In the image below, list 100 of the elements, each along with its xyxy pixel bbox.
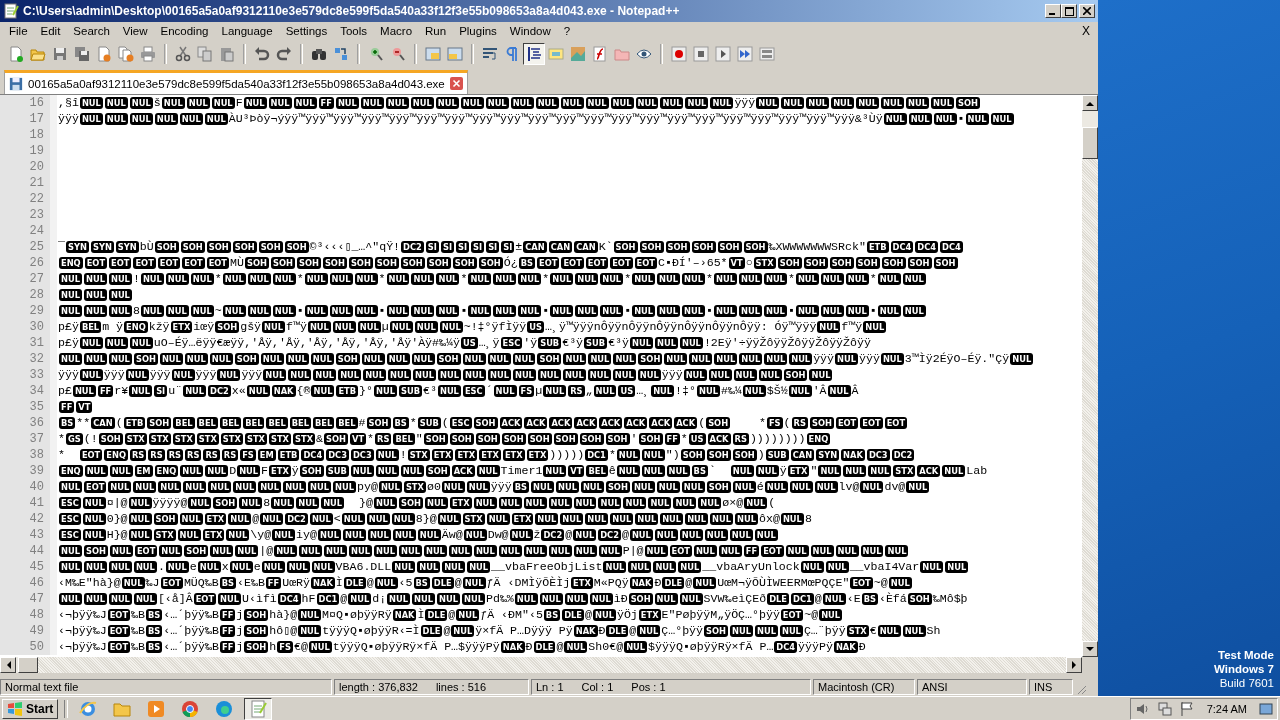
control-character: NUL: [177, 529, 201, 541]
control-character: NUL: [635, 513, 659, 525]
control-character: NUL: [274, 545, 298, 557]
menu-item[interactable]: Window: [502, 25, 557, 37]
menu-item[interactable]: Edit: [33, 25, 67, 37]
menu-item[interactable]: Plugins: [452, 25, 503, 37]
menu-item[interactable]: Tools: [333, 25, 374, 37]
control-character: NUL: [161, 97, 185, 109]
code-text: *: [757, 415, 766, 431]
control-character: NUL: [629, 529, 653, 541]
control-character: NUL: [79, 113, 103, 125]
code-text: !: [132, 271, 140, 287]
control-character: EOT: [537, 257, 560, 269]
code-text: (: [115, 415, 123, 431]
control-character: NUL: [906, 481, 930, 493]
right-arrow-icon[interactable]: [1071, 661, 1077, 669]
menu-item[interactable]: Encoding: [153, 25, 215, 37]
close-document-button[interactable]: X: [1076, 24, 1096, 38]
code-text: ôx@: [759, 511, 780, 527]
control-character: NUL: [374, 577, 398, 589]
control-character: SOH: [933, 257, 958, 269]
control-character: DC1: [791, 593, 814, 605]
toolbar-button[interactable]: [712, 43, 734, 65]
control-character: SOH: [153, 513, 178, 525]
code-text: ‰J: [145, 575, 160, 591]
control-character: NUL: [158, 481, 182, 493]
control-character: RS: [221, 449, 239, 461]
code-text: ‹¬þÿÿ‰J: [58, 639, 107, 655]
control-character: BS: [146, 625, 163, 637]
down-arrow-icon[interactable]: [1086, 646, 1094, 652]
toolbar-button[interactable]: [690, 43, 712, 65]
scroll-thumb[interactable]: [1082, 127, 1098, 159]
code-text: Ð: [858, 639, 866, 655]
minimize-button[interactable]: [1045, 4, 1061, 18]
control-character: NUL: [378, 481, 402, 493]
toolbar-button[interactable]: [523, 43, 545, 65]
control-character: SOH: [501, 433, 526, 445]
code-text: ~: [214, 303, 222, 319]
control-character: NUL: [696, 385, 720, 397]
code-text: py@: [357, 479, 378, 495]
clock[interactable]: 7:24 AM: [1206, 702, 1247, 715]
menu-item[interactable]: Run: [418, 25, 453, 37]
control-character: NUL: [109, 465, 133, 477]
control-character: NUL: [550, 305, 574, 317]
menu-item[interactable]: File: [2, 25, 34, 37]
control-character: NUL: [463, 369, 486, 381]
control-character: SOH: [803, 257, 828, 269]
control-character: DC4: [890, 241, 914, 253]
code-text: U‹ìfì: [242, 591, 277, 607]
code-text: ©³‹‹‹▯_…^″qŸ!: [309, 239, 401, 255]
control-character: NUL: [154, 113, 178, 125]
control-character: FF: [59, 401, 75, 413]
control-character: SOH: [335, 353, 360, 365]
control-character: NUL: [237, 465, 261, 477]
up-arrow-icon[interactable]: [1086, 100, 1094, 106]
code-text: ±: [515, 239, 523, 255]
control-character: NUL: [810, 545, 834, 557]
menu-item[interactable]: ?: [556, 25, 577, 37]
menu-item[interactable]: View: [115, 25, 154, 37]
code-text: M¤Q▪øþÿÿRÿ: [322, 607, 392, 623]
control-character: FF: [220, 641, 236, 653]
show-desktop-icon[interactable]: [1259, 701, 1273, 716]
start-button[interactable]: Start: [2, 698, 59, 719]
close-button[interactable]: [1079, 4, 1095, 18]
control-character: EM: [257, 449, 276, 461]
line-number: 41: [0, 495, 50, 511]
control-character: NUL: [386, 273, 410, 285]
control-character: NAK: [629, 577, 654, 589]
code-text: ø0: [426, 479, 441, 495]
control-character: NUL: [108, 305, 132, 317]
control-character: NUL: [183, 385, 207, 397]
maximize-button[interactable]: [1061, 4, 1077, 18]
resize-grip-icon[interactable]: [1075, 683, 1087, 695]
menu-item[interactable]: Macro: [373, 25, 419, 37]
menu-item[interactable]: Settings: [278, 25, 334, 37]
left-arrow-icon[interactable]: [5, 661, 11, 669]
code-text: **: [76, 415, 91, 431]
close-icon[interactable]: [449, 77, 463, 90]
flag-icon[interactable]: [1178, 700, 1195, 717]
control-character: NUL: [59, 481, 82, 493]
control-character: FS: [518, 385, 535, 397]
control-character: ACK: [917, 465, 941, 477]
code-text: ‹Èfá: [878, 591, 907, 607]
control-character: DC4: [301, 449, 325, 461]
status-text: Ln : 1: [536, 681, 564, 693]
menu-item[interactable]: Search: [66, 25, 116, 37]
toolbar-button[interactable]: [734, 43, 756, 65]
network-icon[interactable]: [1156, 700, 1173, 717]
file-tab[interactable]: 00165a5a0af9312110e3e579dc8e599f5da540a33f12f3e55b098653a8a4d043.exe: [4, 70, 468, 94]
control-character: NUL: [391, 513, 415, 525]
control-character: SOH: [299, 465, 324, 477]
menu-item[interactable]: Language: [214, 25, 279, 37]
code-text: ê: [608, 463, 616, 479]
control-character: SOH: [478, 257, 503, 269]
control-character: BEL: [79, 321, 102, 333]
scroll-thumb[interactable]: [18, 657, 38, 673]
code-text: .: [157, 559, 165, 575]
taskbar-button[interactable]: [244, 697, 273, 720]
control-character: SOH: [638, 353, 663, 365]
control-character: BS: [861, 593, 878, 605]
